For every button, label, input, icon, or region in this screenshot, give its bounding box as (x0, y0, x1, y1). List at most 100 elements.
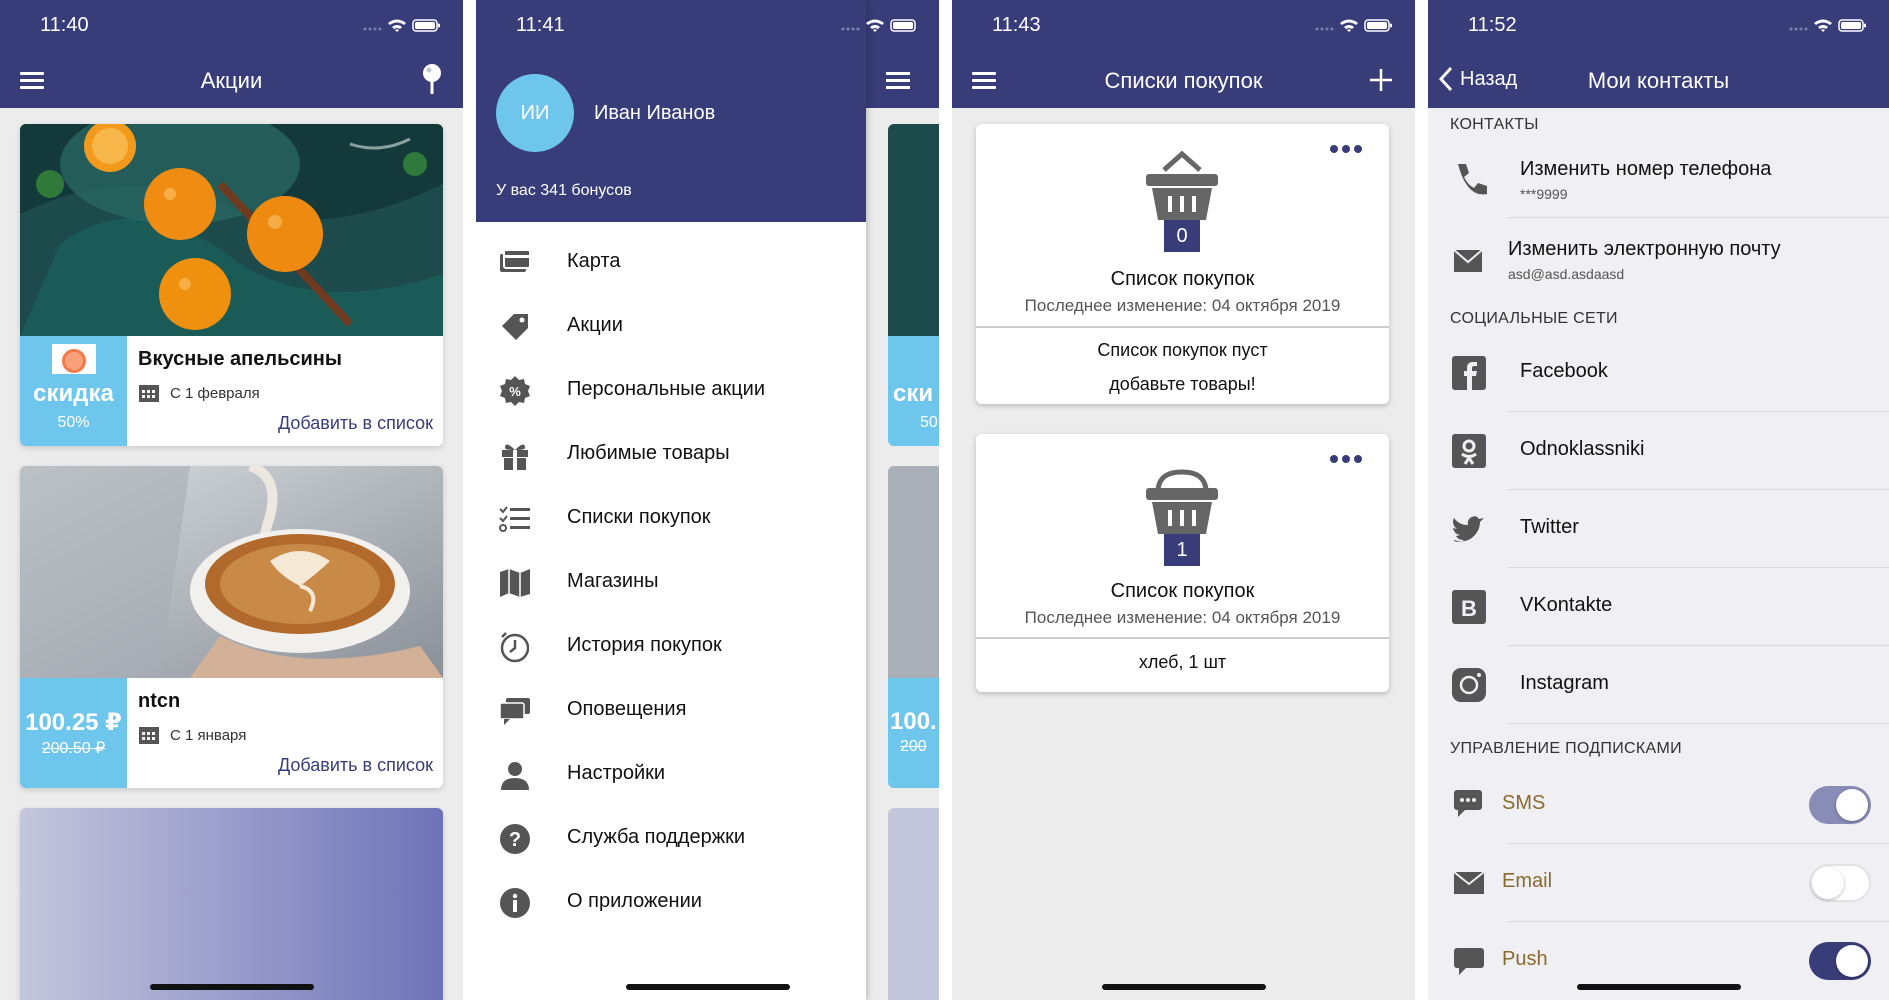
menu-item[interactable]: Любимые товары (476, 422, 866, 486)
social-label: Facebook (1520, 360, 1608, 382)
plus-icon[interactable] (1369, 68, 1393, 92)
hamburger-menu-icon[interactable] (886, 72, 910, 89)
page-title: Мои контакты (1587, 68, 1730, 93)
promo-name: ntcn (138, 690, 181, 712)
add-to-list-link[interactable]: Добавить в список (278, 755, 433, 776)
more-options-icon[interactable] (1329, 144, 1363, 154)
status-icons (1787, 16, 1867, 39)
toggle-knob (1836, 789, 1868, 821)
toggle-knob (1812, 867, 1844, 899)
gift-icon (498, 438, 532, 472)
promo-card[interactable]: скидка 50% Вкусные апельсины С 1 февраля… (20, 124, 443, 446)
promo-card[interactable]: 100.25 ₽ 200.50 ₽ ntcn С 1 января Добави… (20, 466, 443, 788)
old-price: 200.50 ₽ (41, 740, 106, 757)
promo-card-placeholder[interactable] (20, 808, 443, 1000)
menu-item-label: Любимые товары (567, 442, 730, 464)
menu-item[interactable]: Списки покупок (476, 486, 866, 550)
subscription-toggle[interactable] (1809, 864, 1871, 902)
list-body-line: добавьте товары! (1109, 374, 1256, 394)
list-body-line: Список покупок пуст (1097, 340, 1268, 360)
svg-text:%: % (509, 384, 521, 399)
promo-name: Вкусные апельсины (138, 348, 342, 370)
list-name: Список покупок (1110, 580, 1255, 602)
promo-date: С 1 января (170, 726, 247, 744)
promo-date-row: С 1 февраля (138, 383, 433, 403)
menu-item[interactable]: О приложении (476, 870, 866, 934)
row-label: Изменить номер телефона (1520, 158, 1772, 180)
row-subvalue: asd@asd.asdaasd (1508, 266, 1625, 282)
home-indicator (625, 984, 790, 990)
status-icons (1313, 16, 1393, 39)
help-icon: ? (498, 822, 532, 856)
chat-icon (498, 694, 532, 728)
drawer-header: 11:41 ИИ Иван Иванов У вас 341 бонусов (476, 0, 866, 222)
promo-info: Вкусные апельсины С 1 февраля Добавить в… (138, 336, 433, 446)
user-name: Иван Иванов (594, 102, 716, 124)
social-row[interactable]: Twitter (1428, 490, 1889, 568)
status-bar: 11:52 (1428, 0, 1889, 52)
item-count: 0 (1176, 225, 1188, 247)
badge-main-text: скидка (33, 380, 114, 407)
promo-date: С 1 февраля (170, 384, 260, 402)
peek-price-sub: 200 (900, 738, 927, 755)
avatar[interactable]: ИИ (496, 74, 574, 152)
map-icon (498, 566, 532, 600)
status-bar: 11:40 (0, 0, 463, 52)
menu-item[interactable]: Настройки (476, 742, 866, 806)
phone-icon (1458, 164, 1487, 195)
menu-item[interactable]: Магазины (476, 550, 866, 614)
tag-icon (498, 310, 532, 344)
status-icons (361, 16, 441, 39)
shopping-list-card[interactable]: 0 Список покупок Последнее изменение: 04… (976, 124, 1389, 404)
instagram-icon (1450, 666, 1490, 706)
menu-item-label: Магазины (567, 570, 659, 592)
subscription-toggle[interactable] (1809, 786, 1871, 824)
side-drawer: 11:41 ИИ Иван Иванов У вас 341 бонусов К… (476, 0, 866, 1000)
map-pin-icon[interactable] (419, 62, 445, 96)
odnoklassniki-icon (1450, 432, 1490, 472)
shopping-list-card[interactable]: 1 Список покупок Последнее изменение: 04… (976, 434, 1389, 692)
envelope-icon (1450, 862, 1490, 902)
checklist-icon (498, 502, 532, 536)
subscription-label: SMS (1502, 792, 1546, 814)
social-row[interactable]: Instagram (1428, 646, 1889, 724)
social-row[interactable]: Facebook (1428, 334, 1889, 412)
list-name: Список покупок (1110, 268, 1255, 290)
discount-badge: скидка 50% (20, 336, 127, 446)
social-row[interactable]: Odnoklassniki (1428, 412, 1889, 490)
clock-icon (498, 630, 532, 664)
list-body-line: хлеб, 1 шт (1138, 652, 1227, 672)
social-row[interactable]: B VKontakte (1428, 568, 1889, 646)
home-indicator (1576, 984, 1741, 990)
change-phone-row[interactable]: Изменить номер телефона ***9999 (1428, 140, 1889, 218)
calendar-icon (139, 727, 159, 744)
menu-item[interactable]: Карта (476, 230, 866, 294)
social-label: VKontakte (1520, 594, 1613, 616)
badge-sub-text: 50% (57, 414, 90, 431)
status-icons (839, 16, 919, 39)
toggle-knob (1836, 945, 1868, 977)
card-icon (498, 246, 532, 280)
peek-card: ски 50 (888, 124, 939, 446)
percent-badge-icon: % (498, 374, 532, 408)
add-to-list-link[interactable]: Добавить в список (278, 413, 433, 434)
home-indicator (1101, 984, 1266, 990)
status-bar: 11:41 (476, 0, 866, 52)
subscription-label: Email (1502, 870, 1553, 892)
change-email-row[interactable]: Изменить электронную почту asd@asd.asdaa… (1428, 218, 1889, 296)
subscription-toggle[interactable] (1809, 942, 1871, 980)
promo-date-row: С 1 января (138, 725, 433, 745)
more-options-icon[interactable] (1329, 454, 1363, 464)
push-message-icon (1450, 940, 1490, 980)
menu-item[interactable]: ? Служба поддержки (476, 806, 866, 870)
bonus-text: У вас 341 бонусов (496, 182, 632, 199)
menu-item-label: Оповещения (567, 698, 687, 720)
svg-text:B: B (1461, 596, 1477, 621)
menu-item[interactable]: Акции (476, 294, 866, 358)
menu-item[interactable]: % Персональные акции (476, 358, 866, 422)
person-icon (498, 758, 532, 792)
menu-item-label: История покупок (567, 634, 722, 656)
menu-item[interactable]: Оповещения (476, 678, 866, 742)
peek-badge-sub: 50 (920, 414, 938, 431)
menu-item[interactable]: История покупок (476, 614, 866, 678)
